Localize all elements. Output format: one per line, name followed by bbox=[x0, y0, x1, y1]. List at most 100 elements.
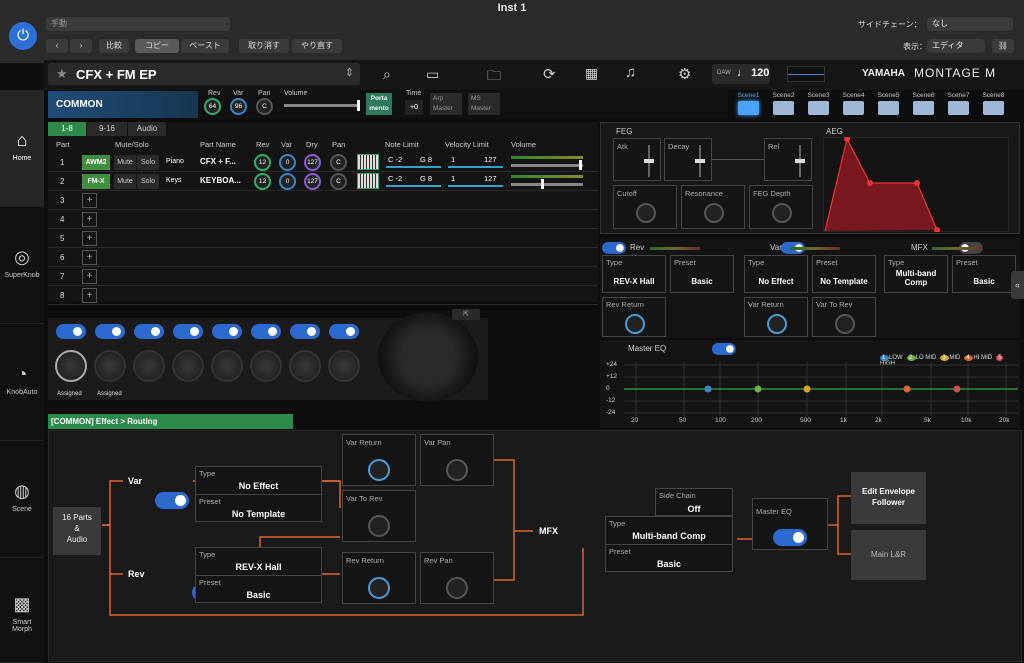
part-var-knob[interactable]: 0 bbox=[279, 173, 296, 190]
sidebar-item-knobauto[interactable]: ◔ KnobAuto bbox=[0, 324, 44, 441]
performance-name-field[interactable]: ★ CFX + FM EP ⇕ bbox=[48, 63, 360, 85]
scene-button-1[interactable]: Scene1 bbox=[732, 91, 765, 118]
mute-button[interactable]: Mute bbox=[114, 155, 136, 170]
mfx-preset-select[interactable]: Preset Basic bbox=[952, 255, 1016, 293]
add-part-button[interactable]: + bbox=[82, 269, 97, 284]
aeg-envelope[interactable] bbox=[823, 137, 1009, 232]
keyboard-icon[interactable] bbox=[357, 154, 379, 170]
scene-button-7[interactable]: Scene7 bbox=[942, 91, 975, 118]
part-name[interactable]: CFX + F... bbox=[200, 157, 236, 166]
rev-return-knob[interactable]: Rev Return bbox=[602, 297, 666, 337]
add-part-button[interactable]: + bbox=[82, 250, 97, 265]
cutoff-knob[interactable]: Cutoff bbox=[613, 185, 677, 229]
library-icon[interactable]: ▭ bbox=[426, 66, 439, 83]
assign-knob-2[interactable] bbox=[94, 350, 126, 382]
part-volume-handle[interactable] bbox=[579, 160, 582, 170]
scene-button-6[interactable]: Scene6 bbox=[907, 91, 940, 118]
routing-mfx-type-preset[interactable]: Type Multi-band Comp Preset Basic bbox=[605, 516, 733, 572]
mfx-type-select[interactable]: Type Multi-band Comp bbox=[884, 255, 948, 293]
routing-var-switch[interactable] bbox=[155, 492, 189, 509]
star-icon[interactable]: ★ bbox=[56, 66, 68, 82]
solo-button[interactable]: Solo bbox=[137, 174, 159, 189]
part-volume-handle[interactable] bbox=[541, 179, 544, 189]
velocity-limit-low[interactable]: 1 bbox=[451, 174, 455, 183]
sidebar-item-scene[interactable]: ◍ Scene bbox=[0, 441, 44, 558]
back-button[interactable]: ‹ bbox=[46, 39, 68, 53]
master-eq-switch[interactable] bbox=[711, 343, 736, 355]
feg-attack-slider[interactable]: Atk bbox=[613, 138, 661, 181]
add-part-button[interactable]: + bbox=[82, 212, 97, 227]
note-limit-high[interactable]: G 8 bbox=[420, 174, 432, 183]
portamento-button[interactable]: Porta mento bbox=[366, 93, 392, 115]
keyboard-icon[interactable] bbox=[357, 173, 379, 189]
sidebar-item-superknob[interactable]: ◎ SuperKnob bbox=[0, 207, 44, 324]
part-volume-slider[interactable] bbox=[511, 164, 583, 167]
note-limit-low[interactable]: C -2 bbox=[388, 155, 402, 164]
note-limit-low[interactable]: C -2 bbox=[388, 174, 402, 183]
sidebar-item-smartmorph[interactable]: ▩ Smart Morph bbox=[0, 558, 44, 663]
time-value[interactable]: +0 bbox=[405, 100, 423, 115]
undo-button[interactable]: 取り消す bbox=[239, 39, 289, 53]
scene-button-3[interactable]: Scene3 bbox=[802, 91, 835, 118]
updown-icon[interactable]: ⇕ bbox=[345, 66, 354, 79]
routing-var-type-preset[interactable]: Type No Effect Preset No Template bbox=[195, 466, 322, 522]
rev-preset-select[interactable]: Preset Basic bbox=[670, 255, 734, 293]
var-return-knob[interactable]: Var Return bbox=[744, 297, 808, 337]
forward-button[interactable]: › bbox=[70, 39, 92, 53]
add-part-button[interactable]: + bbox=[82, 288, 97, 303]
preset-dropdown[interactable]: 手動 bbox=[46, 17, 230, 31]
copy-button[interactable]: コピー bbox=[135, 39, 179, 53]
routing-var-to-rev-knob[interactable]: Var To Rev bbox=[342, 490, 416, 542]
add-part-button[interactable]: + bbox=[82, 231, 97, 246]
source-parts-audio[interactable]: 16 Parts & Audio bbox=[53, 507, 101, 555]
scene-button-5[interactable]: Scene5 bbox=[872, 91, 905, 118]
resonance-knob[interactable]: Resonance bbox=[681, 185, 745, 229]
routing-rev-return-knob[interactable]: Rev Return bbox=[342, 552, 416, 604]
part-var-knob[interactable]: 0 bbox=[279, 154, 296, 171]
search-icon[interactable]: ⌕ bbox=[383, 66, 391, 83]
sidebar-item-home[interactable]: ⌂ Home bbox=[0, 90, 44, 207]
routing-master-eq[interactable]: Master EQ bbox=[752, 498, 828, 550]
ms-master-button[interactable]: MS Master bbox=[468, 93, 500, 115]
compare-button[interactable]: 比較 bbox=[99, 39, 129, 53]
sidechain-dropdown[interactable]: なし bbox=[927, 17, 1013, 31]
velocity-limit-high[interactable]: 127 bbox=[484, 174, 497, 183]
rev-switch[interactable] bbox=[602, 242, 626, 254]
folder-icon[interactable]: 🗀 bbox=[487, 65, 501, 89]
var-preset-select[interactable]: Preset No Template bbox=[812, 255, 876, 293]
assign-knob-6[interactable] bbox=[250, 350, 282, 382]
assign-knob-3[interactable] bbox=[133, 350, 165, 382]
grid-icon[interactable]: ▦ bbox=[585, 65, 598, 82]
routing-var-return-knob[interactable]: Var Return bbox=[342, 434, 416, 486]
tempo-display[interactable]: DAW ♩ 120 bbox=[712, 64, 770, 84]
add-part-button[interactable]: + bbox=[82, 193, 97, 208]
sync-icon[interactable]: ⟳ bbox=[543, 65, 556, 83]
assign-knob-1[interactable] bbox=[55, 350, 87, 382]
part-pan-knob[interactable]: C bbox=[330, 173, 347, 190]
arp-master-button[interactable]: Arp Master bbox=[430, 93, 462, 115]
feg-release-slider[interactable]: Rel bbox=[764, 138, 812, 181]
assign-knob-4[interactable] bbox=[172, 350, 204, 382]
part-dry-knob[interactable]: 127 bbox=[304, 173, 321, 190]
part-rev-knob[interactable]: 12 bbox=[254, 173, 271, 190]
edit-envelope-follower-button[interactable]: Edit Envelope Follower bbox=[851, 472, 926, 524]
common-volume-slider[interactable] bbox=[284, 100, 360, 111]
power-button[interactable]: ⏻ bbox=[9, 22, 37, 50]
routing-var-pan-knob[interactable]: Var Pan bbox=[420, 434, 494, 486]
mute-button[interactable]: Mute bbox=[114, 174, 136, 189]
part-name[interactable]: KEYBOA... bbox=[200, 176, 241, 185]
note-limit-high[interactable]: G 8 bbox=[420, 155, 432, 164]
part-dry-knob[interactable]: 127 bbox=[304, 154, 321, 171]
velocity-limit-high[interactable]: 127 bbox=[484, 155, 497, 164]
velocity-limit-low[interactable]: 1 bbox=[451, 155, 455, 164]
assign-knob-8[interactable] bbox=[328, 350, 360, 382]
link-icon[interactable]: ⛓ bbox=[992, 39, 1014, 53]
redo-button[interactable]: やり直す bbox=[292, 39, 342, 53]
assign-knob-7[interactable] bbox=[289, 350, 321, 382]
super-knob[interactable] bbox=[378, 312, 478, 402]
collapse-icon[interactable]: ⇱ bbox=[452, 309, 480, 320]
scene-button-2[interactable]: Scene2 bbox=[767, 91, 800, 118]
note-icon[interactable]: ♫ bbox=[625, 64, 636, 81]
var-type-select[interactable]: Type No Effect bbox=[744, 255, 808, 293]
feg-depth-knob[interactable]: FEG Depth bbox=[749, 185, 813, 229]
